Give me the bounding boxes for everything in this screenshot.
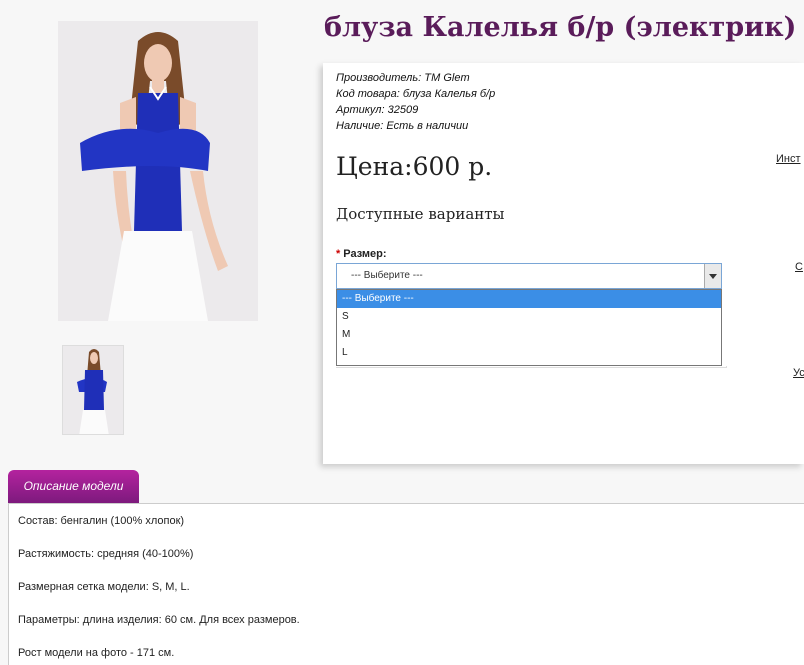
size-option[interactable]: --- Выберите ---: [337, 290, 721, 308]
side-link-instruction[interactable]: Инст: [776, 153, 801, 165]
size-dropdown-list: --- Выберите --- S M L: [336, 289, 722, 366]
description-line: Состав: бенгалин (100% хлопок): [18, 515, 184, 527]
description-text: S, M, L.: [148, 581, 190, 593]
size-label-text: Размер:: [343, 248, 387, 260]
product-price: Цена:600 р.: [336, 152, 493, 181]
manufacturer-label: Производитель:: [336, 72, 422, 84]
availability-label: Наличие:: [336, 120, 384, 132]
code-row: Код товара: блуза Калелья б/р: [336, 86, 495, 102]
product-title: блуза Калелья б/р (электрик): [324, 12, 797, 43]
sku-value: 32509: [387, 104, 419, 116]
description-label: Рост модели на фото - 171 см.: [18, 647, 175, 659]
sku-row: Артикул: 32509: [336, 102, 495, 118]
product-main-image[interactable]: [58, 21, 258, 321]
code-label: Код товара:: [336, 88, 400, 100]
product-info-panel: Производитель: ТМ Glem Код товара: блуза…: [323, 63, 804, 464]
sku-label: Артикул:: [336, 104, 385, 116]
side-link-c[interactable]: С: [795, 261, 803, 273]
product-thumbnail[interactable]: [62, 345, 124, 435]
availability-value: Есть в наличии: [386, 120, 469, 132]
size-label: * Размер:: [336, 248, 387, 260]
divider: [336, 366, 727, 368]
description-text: бенгалин (100% хлопок): [57, 515, 185, 527]
options-heading: Доступные варианты: [336, 205, 505, 223]
size-select[interactable]: --- Выберите ---: [336, 263, 722, 289]
description-line: Растяжимость: средняя (40-100%): [18, 548, 193, 560]
tab-description[interactable]: Описание модели: [8, 470, 139, 503]
chevron-down-icon[interactable]: [704, 264, 721, 288]
description-line: Рост модели на фото - 171 см.: [18, 647, 174, 659]
code-value: блуза Калелья б/р: [402, 88, 496, 100]
description-text: длина изделия: 60 см. Для всех размеров.: [79, 614, 300, 626]
description-line: Параметры: длина изделия: 60 см. Для все…: [18, 614, 300, 626]
description-label: Состав:: [18, 515, 58, 527]
manufacturer-row: Производитель: ТМ Glem: [336, 70, 495, 86]
description-label: Параметры:: [18, 614, 80, 626]
description-panel: Состав: бенгалин (100% хлопок) Растяжимо…: [8, 503, 804, 665]
manufacturer-value: ТМ Glem: [424, 72, 470, 84]
description-label: Размерная сетка модели:: [18, 581, 149, 593]
size-option[interactable]: L: [337, 344, 721, 362]
size-option[interactable]: M: [337, 326, 721, 344]
description-label: Растяжимость:: [18, 548, 95, 560]
size-select-value: --- Выберите ---: [351, 270, 423, 281]
description-line: Размерная сетка модели: S, M, L.: [18, 581, 190, 593]
description-text: средняя (40-100%): [94, 548, 194, 560]
required-mark: *: [336, 248, 341, 260]
availability-row: Наличие: Есть в наличии: [336, 118, 495, 134]
size-option[interactable]: S: [337, 308, 721, 326]
side-link-us[interactable]: Ус: [793, 367, 804, 379]
product-meta: Производитель: ТМ Glem Код товара: блуза…: [336, 70, 495, 134]
